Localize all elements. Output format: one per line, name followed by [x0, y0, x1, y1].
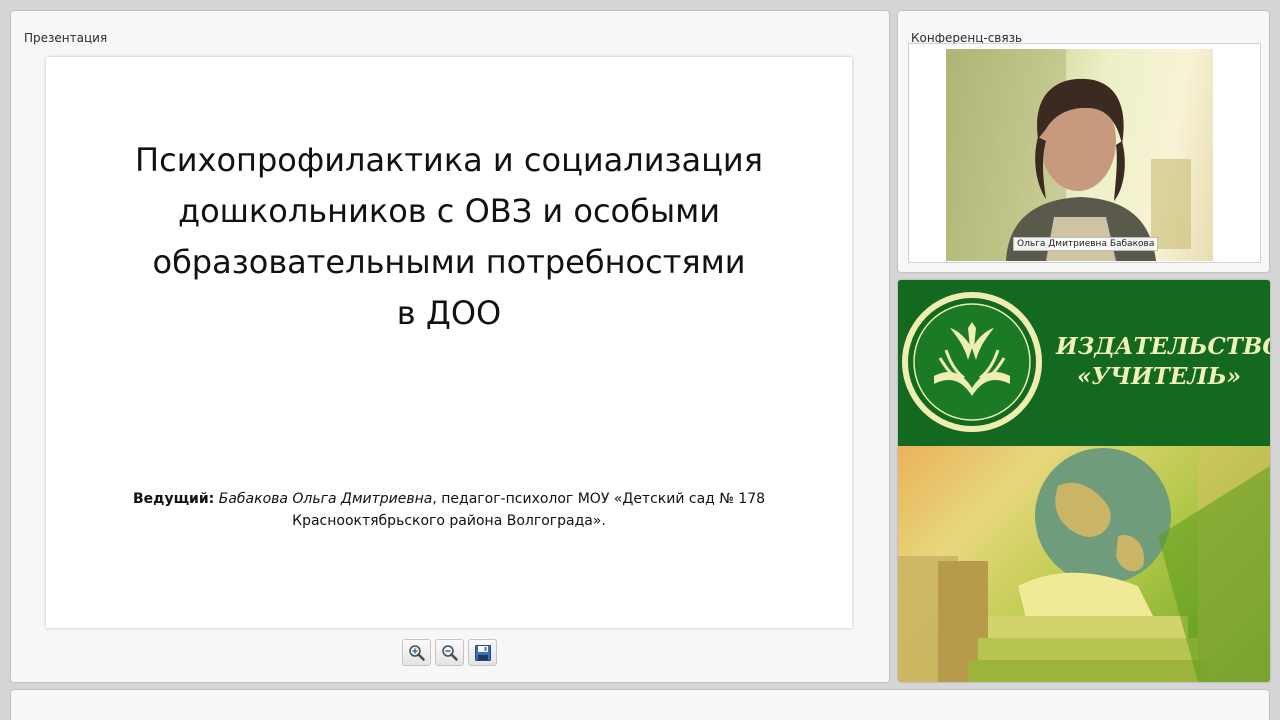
publisher-logo-icon [902, 292, 1042, 432]
magnifier-minus-icon [441, 644, 458, 661]
slide-presenter-info: Ведущий: Бабакова Ольга Дмитриевна, педа… [106, 488, 792, 532]
globe-and-books-illustration [898, 446, 1270, 682]
presenter-details-line2: Краснооктябрьского района Волгограда». [292, 513, 606, 529]
save-button[interactable] [468, 639, 497, 666]
presentation-panel: Презентация Психопрофилактика и социализ… [11, 11, 889, 682]
conference-panel: Конференц-связь Ольга Дмитриевна Бабаков… [898, 11, 1269, 272]
floppy-disk-icon [474, 644, 491, 661]
participant-video [946, 49, 1213, 261]
slide-title: Психопрофилактика и социализация дошколь… [46, 135, 852, 339]
slide-title-line: образовательными потребностями [152, 243, 746, 281]
publisher-name-line2: «УЧИТЕЛЬ» [1076, 363, 1242, 390]
presentation-panel-title: Презентация [24, 31, 108, 45]
presenter-name: Бабакова Ольга Дмитриевна [218, 491, 433, 507]
bottom-panel [11, 690, 1269, 720]
banner-top: ИЗДАТЕЛЬСТВО «УЧИТЕЛЬ» [898, 280, 1270, 446]
slide-title-line: Психопрофилактика и социализация [135, 141, 763, 179]
zoom-out-button[interactable] [435, 639, 464, 666]
presentation-toolbar [402, 639, 497, 666]
banner-image [898, 446, 1270, 682]
slide-title-line: в ДОО [396, 294, 502, 332]
presentation-slide: Психопрофилактика и социализация дошколь… [46, 57, 852, 628]
magnifier-plus-icon [408, 644, 425, 661]
participant-silhouette [946, 49, 1191, 261]
slide-title-line: дошкольников с ОВЗ и особыми [177, 192, 721, 230]
participant-name-tag: Ольга Дмитриевна Бабакова [1013, 237, 1159, 251]
zoom-in-button[interactable] [402, 639, 431, 666]
publisher-banner[interactable]: ИЗДАТЕЛЬСТВО «УЧИТЕЛЬ» [898, 280, 1270, 682]
publisher-name: ИЗДАТЕЛЬСТВО «УЧИТЕЛЬ» [1056, 332, 1270, 392]
video-frame: Ольга Дмитриевна Бабакова [908, 43, 1261, 263]
presenter-details: , педагог-психолог МОУ «Детский сад № 17… [432, 491, 766, 507]
presenter-label: Ведущий: [132, 491, 215, 507]
publisher-name-line1: ИЗДАТЕЛЬСТВО [1056, 333, 1270, 360]
